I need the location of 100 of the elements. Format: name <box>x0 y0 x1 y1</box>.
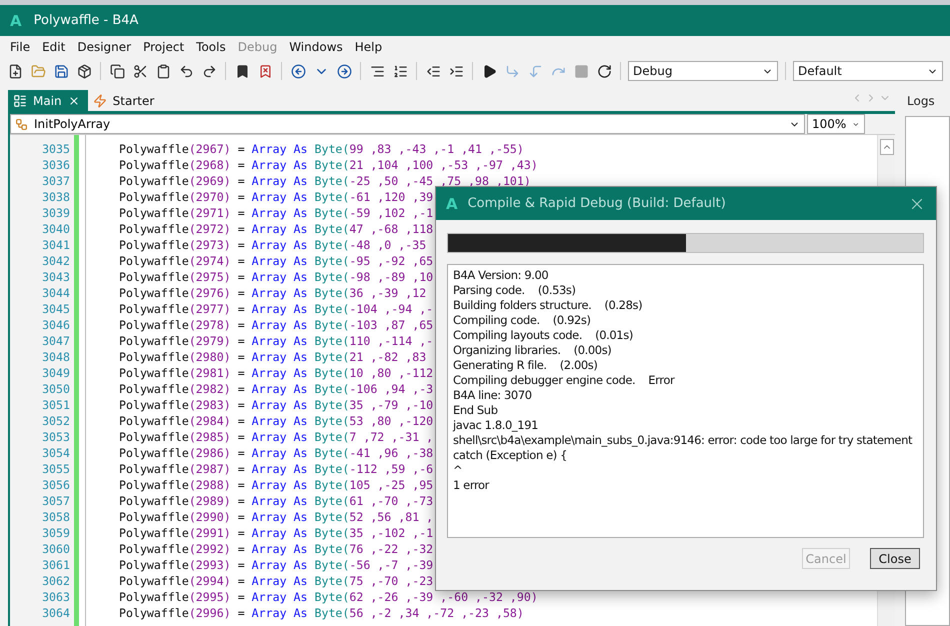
line-number: 3063 <box>41 590 71 606</box>
line-number: 3056 <box>41 478 71 494</box>
code-line: Polywaffle(2981) = Array As Byte(10 ,80 ,-112 <box>119 366 434 382</box>
code-line: Polywaffle(2969) = Array As Byte(-25 ,50 ,-45 ,75 ,98 ,101) <box>119 174 531 190</box>
code-line: Polywaffle(2978) = Array As Byte(-103 ,87 ,65 <box>119 318 434 334</box>
code-line: Polywaffle(2994) = Array As Byte(75 ,-70 ,-23 <box>119 574 434 590</box>
menu-item[interactable]: Tools <box>190 40 232 54</box>
line-number: 3062 <box>41 574 71 590</box>
code-line: Polywaffle(2967) = Array As Byte(99 ,83 ,-43 ,-1 ,41 ,-55) <box>119 142 524 158</box>
panel-title: Logs <box>906 93 936 110</box>
line-number: 3064 <box>41 606 71 622</box>
code-line: Polywaffle(2980) = Array As Byte(21 ,-82 ,83 <box>119 350 426 366</box>
log-line: catch (Exception e) { <box>453 448 568 463</box>
line-number: 3038 <box>41 190 71 206</box>
line-number: 3058 <box>41 510 71 526</box>
log-line: ^ <box>453 463 462 478</box>
code-line: Polywaffle(2974) = Array As Byte(-95 ,-92 ,65 <box>119 254 434 270</box>
log-line: B4A line: 3070 <box>453 388 532 403</box>
line-number: 3040 <box>41 222 71 238</box>
copy-icon[interactable] <box>108 62 126 80</box>
line-number: 3042 <box>41 254 71 270</box>
line-number: 3049 <box>41 366 71 382</box>
log-line: Organizing libraries. (0.00s) <box>453 343 612 358</box>
code-line: Polywaffle(2986) = Array As Byte(-41 ,96 ,-38 <box>119 446 434 462</box>
code-line: Polywaffle(2968) = Array As Byte(21 ,104 ,100 ,-53 ,-97 ,43) <box>119 158 538 174</box>
menu-item[interactable]: Windows <box>283 40 349 54</box>
line-number: 3052 <box>41 414 71 430</box>
log-line: Compiling debugger engine code. Error <box>453 373 674 388</box>
log-line: End Sub <box>453 403 498 418</box>
line-number: 3060 <box>41 542 71 558</box>
line-number: 3054 <box>41 446 71 462</box>
lightning-icon <box>92 94 107 108</box>
line-number: 3053 <box>41 430 71 446</box>
close-icon[interactable] <box>68 94 80 106</box>
code-line: Polywaffle(2970) = Array As Byte(-61 ,120 ,39 <box>119 190 434 206</box>
code-line: Polywaffle(2972) = Array As Byte(47 ,-68 ,118 <box>119 222 434 238</box>
code-line: Polywaffle(2971) = Array As Byte(-59 ,102 ,-1 <box>119 206 434 222</box>
menu-item[interactable]: File <box>4 40 36 54</box>
log-line: shell\src\b4a\example\main_subs_0.java:9146: error: code too large for try statement <box>453 433 912 448</box>
code-line: Polywaffle(2983) = Array As Byte(35 ,-79 ,-10 <box>119 398 434 414</box>
code-line: Polywaffle(2975) = Array As Byte(-98 ,-89 ,10 <box>119 270 434 286</box>
code-line: Polywaffle(2991) = Array As Byte(35 ,-102 ,-1 <box>119 526 434 542</box>
forward-icon[interactable] <box>335 62 353 80</box>
line-number: 3061 <box>41 558 71 574</box>
log-line: 1 error <box>453 478 490 493</box>
scroll-up-button[interactable] <box>880 139 894 155</box>
app-logo: A <box>10 12 22 30</box>
line-number: 3043 <box>41 270 71 286</box>
build-dropdown[interactable]: Debug <box>628 61 778 81</box>
back-icon[interactable] <box>289 62 307 80</box>
log-line: Generating R file. (2.00s) <box>453 358 598 373</box>
code-line: Polywaffle(2995) = Array As Byte(62 ,-26 ,-39 ,-60 ,-32 ,90) <box>119 590 538 606</box>
window-title: Polywaffle - B4A <box>34 13 138 28</box>
line-number: 3051 <box>41 398 71 414</box>
line-number: 3035 <box>41 142 71 158</box>
log-line: Building folders structure. (0.28s) <box>453 298 642 313</box>
code-line: Polywaffle(2993) = Array As Byte(-56 ,-7 ,-39 <box>119 558 434 574</box>
code-line: Polywaffle(2977) = Array As Byte(-104 ,-94 ,- <box>119 302 434 318</box>
code-line: Polywaffle(2985) = Array As Byte(7 ,72 ,-31 , <box>119 430 434 446</box>
zoom-dropdown[interactable]: 100% <box>807 114 865 134</box>
code-line: Polywaffle(2992) = Array As Byte(76 ,-22 ,-32 <box>119 542 434 558</box>
sub-icon <box>15 118 28 130</box>
menu-item[interactable]: Edit <box>36 40 72 54</box>
code-line: Polywaffle(2987) = Array As Byte(-112 ,59 ,-6 <box>119 462 434 478</box>
log-line: Compiling code. (0.92s) <box>453 313 591 328</box>
line-number: 3050 <box>41 382 71 398</box>
build-dropdown[interactable]: Default <box>793 61 943 81</box>
line-number: 3057 <box>41 494 71 510</box>
menu-item[interactable]: Designer <box>71 40 138 54</box>
line-number: 3048 <box>41 350 71 366</box>
code-line: Polywaffle(2996) = Array As Byte(56 ,-2 ,34 ,-72 ,-23 ,58) <box>119 606 524 622</box>
line-number: 3045 <box>41 302 71 318</box>
code-line: Polywaffle(2990) = Array As Byte(52 ,56 ,81 , <box>119 510 434 526</box>
code-line: Polywaffle(2984) = Array As Byte(53 ,80 ,-120 <box>119 414 434 430</box>
line-number: 3046 <box>41 318 71 334</box>
code-line: Polywaffle(2973) = Array As Byte(-48 ,0 ,-35 <box>119 238 426 254</box>
code-line: Polywaffle(2976) = Array As Byte(36 ,-39 ,12 <box>119 286 426 302</box>
editor-tab[interactable]: Starter <box>88 90 162 111</box>
log-line: Parsing code. (0.53s) <box>453 283 576 298</box>
dialog-title: Compile & Rapid Debug (Build: Default) <box>468 196 727 211</box>
sub-dropdown[interactable]: InitPolyArray <box>10 114 805 134</box>
line-number: 3036 <box>41 158 71 174</box>
line-number: 3039 <box>41 206 71 222</box>
log-line: Compiling layouts code. (0.01s) <box>453 328 633 343</box>
code-line: Polywaffle(2982) = Array As Byte(-106 ,94 ,-3 <box>119 382 434 398</box>
menu-item[interactable]: Help <box>348 40 388 54</box>
editor-tab[interactable]: Main <box>8 90 88 111</box>
line-number: 3047 <box>41 334 71 350</box>
menu-item[interactable]: Project <box>137 40 190 54</box>
line-number: 3059 <box>41 526 71 542</box>
app-logo: A <box>446 194 458 212</box>
form-icon <box>13 94 27 108</box>
code-line: Polywaffle(2989) = Array As Byte(61 ,-70 ,-73 <box>119 494 434 510</box>
line-number: 3041 <box>41 238 71 254</box>
line-number: 3037 <box>41 174 71 190</box>
line-number: 3055 <box>41 462 71 478</box>
code-line: Polywaffle(2988) = Array As Byte(105 ,-25 ,95 <box>119 478 434 494</box>
log-line: javac 1.8.0_191 <box>453 418 538 433</box>
close-button[interactable]: Close <box>870 548 920 569</box>
log-line: B4A Version: 9.00 <box>453 268 548 283</box>
